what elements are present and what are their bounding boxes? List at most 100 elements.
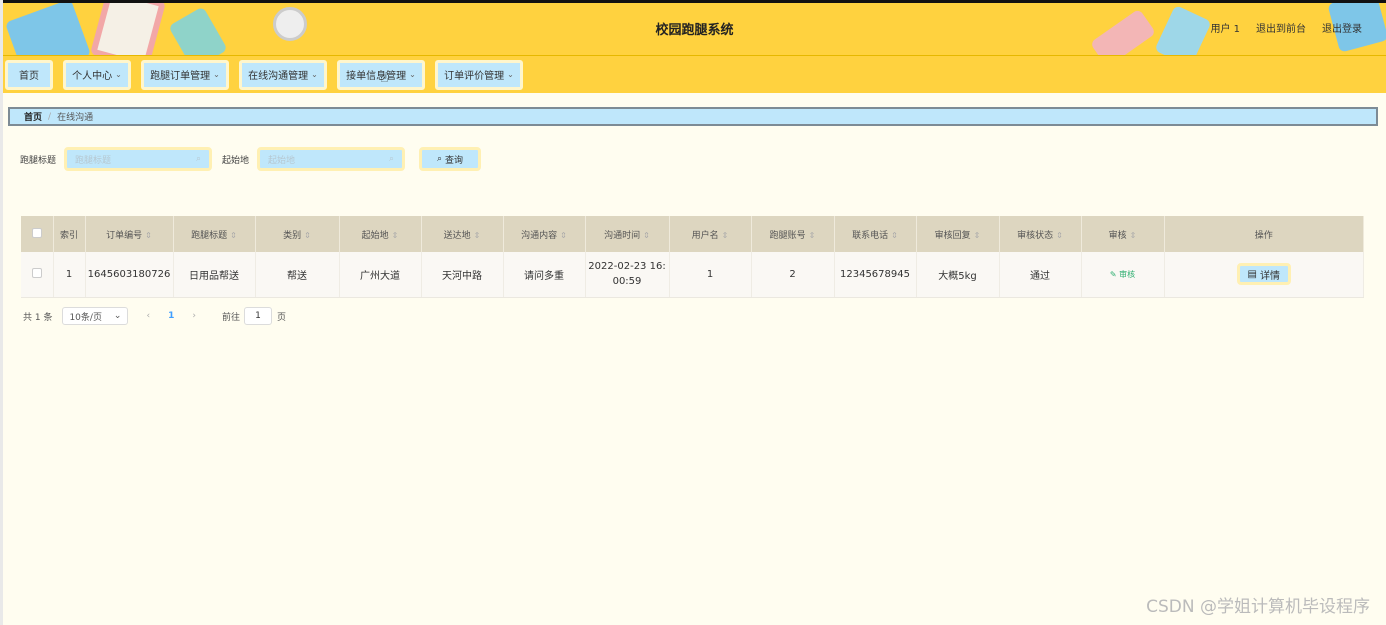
origin-search-input[interactable]: 起始地 ⌕ [257,147,406,171]
sort-icon: ⇕ [473,230,481,240]
table-header-row: 索引 订单编号 ⇕ 跑腿标题 ⇕ 类别 ⇕ 起始地 ⇕ 送达地 ⇕ 沟通内容 ⇕ 沟通时间 ⇕… [21,216,1364,252]
to-front-link[interactable]: 退出到前台 [1256,20,1306,35]
sort-icon: ⇕ [891,230,898,240]
row-checkbox[interactable] [31,267,42,278]
window-left-border [0,0,3,625]
goto-page-value: 1 [255,311,261,321]
chevron-down-icon: ⌄ [115,70,122,79]
total-count: 共 1 条 [23,312,53,323]
sort-icon: ⇕ [643,230,650,240]
col-title[interactable]: 跑腿标题 ⇕ [173,216,256,252]
page-size-value: 10条/页 [69,312,102,323]
cell-from: 广州大道 [339,252,422,298]
col-category[interactable]: 类别 ⇕ [255,216,340,252]
chevron-down-icon: ⌄ [409,70,416,79]
col-time[interactable]: 沟通时间 ⇕ [585,216,670,252]
chevron-down-icon: ⌄ [311,70,318,79]
breadcrumb-separator: / [48,111,52,122]
search-icon: ⌕ [195,154,202,164]
cell-username: 1 [669,252,752,298]
query-button[interactable]: ⌕ 查询 [419,147,482,171]
communication-table: 索引 订单编号 ⇕ 跑腿标题 ⇕ 类别 ⇕ 起始地 ⇕ 送达地 ⇕ 沟通内容 ⇕ 沟通时间 ⇕… [21,216,1364,298]
next-page-icon[interactable]: › [192,311,196,321]
cell-time: 2022-02-23 16: 00:59 [585,252,670,298]
title-search-placeholder: 跑腿标题 [75,155,112,166]
breadcrumb-home[interactable]: 首页 [24,110,42,123]
cell-to: 天河中路 [421,252,504,298]
col-index: 索引 [53,216,86,252]
sort-icon: ⇕ [973,230,981,240]
chevron-down-icon: ⌄ [507,70,514,79]
chevron-down-icon: ⌄ [113,311,122,321]
chevron-down-icon: ⌄ [213,70,220,79]
goto-label: 前往 [221,312,240,323]
watermark: CSDN @学姐计算机毕设程序 [1146,597,1370,617]
edit-icon: ✎ [1109,269,1117,279]
pagination: 共 1 条 10条/页 ⌄ ‹ 1 › 前往 1 页 [23,307,286,325]
sort-icon: ⇕ [145,230,152,240]
col-status[interactable]: 审核状态 ⇕ [999,216,1082,252]
sort-icon: ⇕ [721,230,729,240]
cell-action: ▤ 详情 [1164,252,1364,298]
goto-page-input[interactable]: 1 [243,307,272,325]
col-from[interactable]: 起始地 ⇕ [339,216,422,252]
cell-status: 通过 [999,252,1082,298]
detail-button-label: 详情 [1259,270,1280,282]
nav-label: 接单信息管理 [346,71,407,82]
review-link[interactable]: ✎ 审核 [1110,270,1135,279]
sort-icon: ⇕ [304,230,311,240]
nav-order-review[interactable]: 订单评价管理 ⌄ [435,59,523,90]
nav-personal-center[interactable]: 个人中心 ⌄ [63,59,131,90]
cell-time-line2: 00:59 [612,276,642,288]
col-phone[interactable]: 联系电话 ⇕ [834,216,917,252]
col-username[interactable]: 用户名 ⇕ [669,216,752,252]
cell-runner-account: 2 [751,252,835,298]
logout-link[interactable]: 退出登录 [1322,20,1362,35]
col-runner-account[interactable]: 跑腿账号 ⇕ [751,216,835,252]
nav-label: 在线沟通管理 [248,71,309,82]
sort-icon: ⇕ [808,230,816,240]
select-all-cell [21,216,54,252]
title-search-label: 跑腿标题 [20,155,57,166]
col-order-no[interactable]: 订单编号 ⇕ [85,216,174,252]
query-button-label: 查询 [445,155,464,166]
origin-search-placeholder: 起始地 [268,155,296,166]
review-link-label: 审核 [1119,269,1136,279]
title-search-input[interactable]: 跑腿标题 ⌕ [64,147,213,171]
col-to[interactable]: 送达地 ⇕ [421,216,504,252]
search-icon: ⌕ [388,154,395,164]
header-links: 用户 1 退出到前台 退出登录 [1210,20,1362,35]
current-user: 用户 1 [1210,24,1240,35]
select-all-checkbox[interactable] [31,227,42,238]
cell-title: 日用品帮送 [173,252,256,298]
page-size-select[interactable]: 10条/页 ⌄ [62,307,129,325]
nav-label: 跑腿订单管理 [150,71,211,82]
cell-phone: 12345678945 [834,252,917,298]
sort-icon: ⇕ [230,230,237,240]
table-row[interactable]: 1 1645603180726 日用品帮送 帮送 广州大道 天河中路 请问多重 … [21,252,1364,298]
row-select-cell [21,252,54,298]
document-icon: ▤ [1247,268,1257,280]
nav-communication[interactable]: 在线沟通管理 ⌄ [239,59,327,90]
cell-order-no: 1645603180726 [85,252,174,298]
nav-home[interactable]: 首页 [5,59,53,90]
col-review[interactable]: 审核 ⇕ [1081,216,1165,252]
detail-button[interactable]: ▤ 详情 [1236,263,1291,286]
current-page[interactable]: 1 [168,311,174,321]
sort-icon: ⇕ [1129,230,1137,240]
sort-icon: ⇕ [391,230,399,240]
breadcrumb: 首页 / 在线沟通 [8,107,1378,126]
cell-reply: 大概5kg [916,252,1000,298]
nav-orders[interactable]: 跑腿订单管理 ⌄ [141,59,229,90]
app-title: 校园跑腿系统 [655,23,734,38]
origin-search-label: 起始地 [222,155,250,166]
breadcrumb-current: 在线沟通 [57,113,94,123]
prev-page-icon[interactable]: ‹ [146,311,150,321]
col-reply[interactable]: 审核回复 ⇕ [916,216,1000,252]
nav-label: 个人中心 [72,71,113,82]
cell-time-line1: 2022-02-23 16: [588,261,666,273]
col-content[interactable]: 沟通内容 ⇕ [503,216,586,252]
cell-index: 1 [53,252,86,298]
search-bar: 跑腿标题 跑腿标题 ⌕ 起始地 起始地 ⌕ ⌕ 查询 [20,147,482,171]
search-icon: ⌕ [437,154,443,164]
